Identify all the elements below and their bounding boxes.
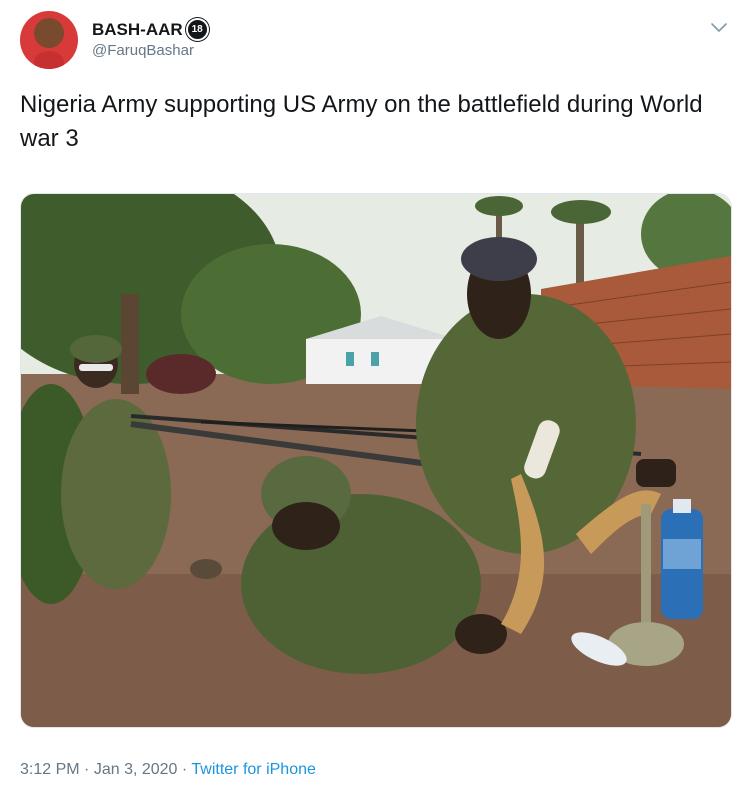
tweet-photo[interactable] [20, 193, 732, 728]
chevron-down-icon[interactable] [708, 16, 730, 38]
author-name-row[interactable]: BASH-AAR 18 [92, 18, 209, 41]
avatar[interactable] [20, 11, 78, 69]
tweet-date[interactable]: Jan 3, 2020 [94, 761, 178, 778]
tweet-text: Nigeria Army supporting US Army on the b… [20, 91, 703, 152]
age-badge-icon: 18 [185, 18, 209, 41]
tweet-meta: 3:12 PM · Jan 3, 2020 · Twitter for iPho… [20, 761, 316, 779]
tweet-source-link[interactable]: Twitter for iPhone [191, 761, 316, 778]
display-name[interactable]: BASH-AAR [92, 20, 183, 40]
tweet-time[interactable]: 3:12 PM [20, 761, 80, 778]
meta-separator-2: · [181, 761, 188, 778]
meta-separator: · [84, 761, 90, 778]
user-handle[interactable]: @FaruqBashar [92, 42, 194, 59]
